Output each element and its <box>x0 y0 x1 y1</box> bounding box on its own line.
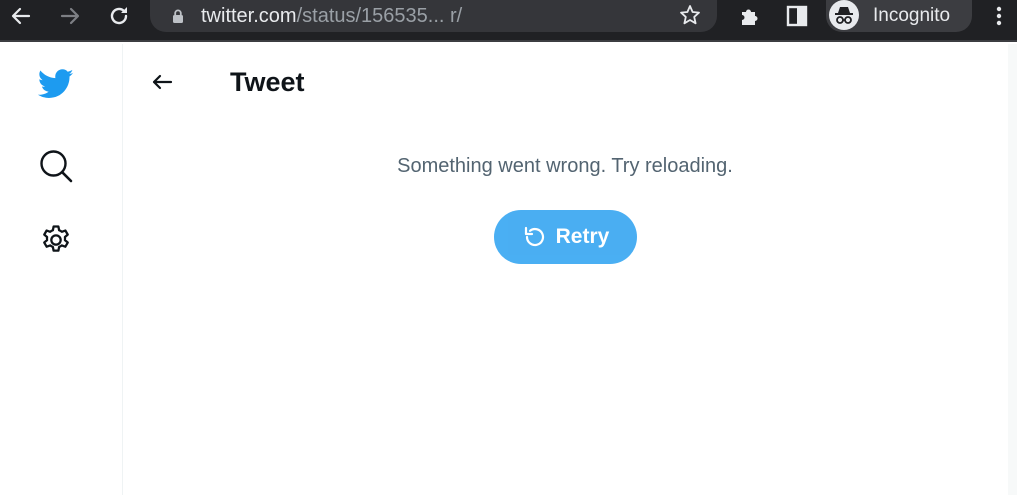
page-title: Tweet <box>230 67 305 97</box>
settings-nav-link[interactable] <box>36 220 76 260</box>
star-icon[interactable] <box>678 3 702 27</box>
browser-back-button[interactable] <box>5 0 37 32</box>
twitter-bird-icon <box>37 69 74 98</box>
error-message: Something went wrong. Try reloading. <box>397 155 733 177</box>
retry-label: Retry <box>555 225 610 248</box>
url-text: twitter.com/status/156535... r/ <box>201 4 462 28</box>
browser-forward-button[interactable] <box>54 0 86 32</box>
url-path: /status/156535... r/ <box>296 5 463 27</box>
refresh-icon <box>524 226 544 247</box>
back-arrow-icon <box>11 7 31 25</box>
address-bar[interactable]: twitter.com/status/156535... r/ <box>150 0 717 32</box>
main-column: Tweet Something went wrong. Try reloadin… <box>124 44 1008 495</box>
url-host: twitter.com <box>201 5 297 27</box>
forward-arrow-icon <box>60 7 80 25</box>
browser-menu-button[interactable] <box>983 0 1015 32</box>
incognito-icon <box>835 7 853 24</box>
extensions-button[interactable] <box>734 0 766 32</box>
reload-icon <box>110 7 128 25</box>
arrow-left-icon <box>152 74 173 90</box>
extensions-puzzle-icon <box>742 9 758 25</box>
search-nav-link[interactable] <box>36 146 76 186</box>
profile-label: Incognito <box>873 5 951 26</box>
back-button[interactable] <box>144 64 180 100</box>
kebab-menu-icon <box>996 6 1002 26</box>
twitter-home-link[interactable] <box>34 64 78 104</box>
side-panel-icon <box>786 5 808 27</box>
scrollbar-track[interactable] <box>1008 44 1017 495</box>
lock-icon <box>173 9 183 23</box>
browser-toolbar: twitter.com/status/156535... r/ Incognit… <box>0 0 1017 42</box>
side-panel-button[interactable] <box>781 0 813 32</box>
settings-gear-icon <box>43 225 69 252</box>
incognito-avatar <box>829 0 859 30</box>
incognito-profile-chip[interactable]: Incognito <box>826 0 972 32</box>
browser-reload-button[interactable] <box>103 0 135 32</box>
twitter-sidebar <box>0 44 123 495</box>
search-icon <box>40 150 73 183</box>
retry-button[interactable]: Retry <box>494 210 637 264</box>
